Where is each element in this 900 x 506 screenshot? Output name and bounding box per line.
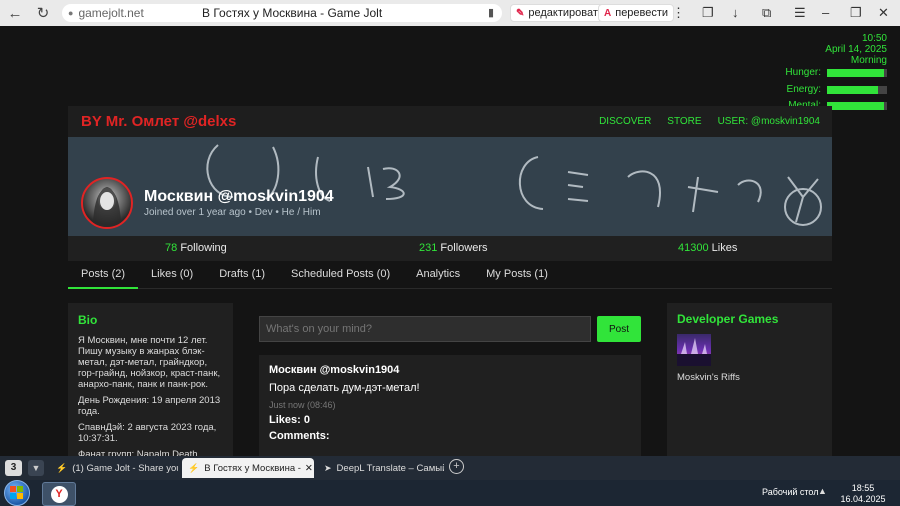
gamejolt-icon: ⚡ xyxy=(56,462,68,473)
profile-tabs: Posts (2) Likes (0) Drafts (1) Scheduled… xyxy=(68,262,832,289)
nav-user[interactable]: USER: @moskvin1904 xyxy=(718,116,820,127)
hunger-bar xyxy=(827,68,887,77)
profile-avatar[interactable] xyxy=(81,177,133,229)
gamejolt-icon: ⚡ xyxy=(188,462,200,473)
post-likes[interactable]: Likes: 0 xyxy=(269,414,631,426)
site-brand[interactable]: BY Mr. Омлет @delxs xyxy=(81,113,236,130)
developer-games-title: Developer Games xyxy=(677,312,779,326)
post-author[interactable]: Москвин @moskvin1904 xyxy=(269,364,631,376)
tab-likes[interactable]: Likes (0) xyxy=(138,262,206,289)
collections-icon[interactable]: ❐ xyxy=(702,5,714,21)
windows-logo-icon xyxy=(10,486,23,499)
browser-tabstrip: 3 ▼ ⚡ (1) Game Jolt - Share your ⚡ В Гос… xyxy=(0,456,900,480)
mental-bar xyxy=(827,101,887,110)
browser-tab-active[interactable]: ⚡ В Гостях у Москвина - ✕ xyxy=(182,458,314,478)
avatar-image xyxy=(93,187,121,227)
url-domain: gamejolt.net xyxy=(78,6,144,20)
game-thumbnail[interactable] xyxy=(677,334,711,366)
translate-edit-button[interactable]: ✎ редактировать xyxy=(510,4,610,22)
extensions-icon[interactable]: ⧉ xyxy=(762,5,771,21)
game-art xyxy=(677,338,711,366)
bio-paragraph: День Рождения: 19 апреля 2013 года. xyxy=(78,395,221,417)
post-input[interactable] xyxy=(259,316,591,342)
likes-stat[interactable]: 41300 Likes xyxy=(678,242,737,254)
browser-tab[interactable]: ⚡ (1) Game Jolt - Share your xyxy=(50,458,178,478)
post-text: Пора сделать дум-дэт-метал! xyxy=(269,382,420,394)
following-stat[interactable]: 78 Following xyxy=(165,242,227,254)
followers-stat[interactable]: 231 Followers xyxy=(419,242,488,254)
lock-icon: ● xyxy=(68,8,74,18)
translate-icon: A xyxy=(604,7,612,19)
restore-icon[interactable]: ❐ xyxy=(850,5,862,21)
tab-drafts[interactable]: Drafts (1) xyxy=(206,262,278,289)
bio-panel: Bio Я Москвин, мне почти 12 лет. Пишу му… xyxy=(68,303,233,457)
address-bar[interactable]: ● gamejolt.net В Гостях у Москвина - Gam… xyxy=(62,4,502,22)
hunger-stat: Hunger: xyxy=(785,67,887,78)
site-header: BY Mr. Омлет @delxs DISCOVER STORE USER:… xyxy=(68,106,832,137)
chevron-down-icon[interactable]: ▼ xyxy=(28,460,44,476)
bio-paragraph: Я Москвин, мне почти 12 лет. Пишу музыку… xyxy=(78,335,221,390)
nav-discover[interactable]: DISCOVER xyxy=(599,116,651,127)
menu-icon[interactable]: ☰ xyxy=(794,5,806,21)
nav-store[interactable]: STORE xyxy=(667,116,701,127)
tray-expand-icon[interactable]: ▲ xyxy=(818,486,827,496)
back-icon[interactable]: ← xyxy=(2,0,28,26)
browser-toolbar: ← ↻ ● gamejolt.net В Гостях у Москвина -… xyxy=(0,0,900,26)
reload-icon[interactable]: ↻ xyxy=(30,0,56,26)
hud-clock: 10:50 April 14, 2025 Morning xyxy=(825,33,887,66)
energy-bar xyxy=(827,85,887,94)
page-title: В Гостях у Москвина - Game Jolt xyxy=(202,6,383,20)
bio-paragraph: СпавнДэй: 2 августа 2023 года, 10:37:31. xyxy=(78,422,217,444)
tab-my-posts[interactable]: My Posts (1) xyxy=(473,262,561,289)
developer-games-panel: Developer Games Moskvin's Riffs xyxy=(667,303,832,457)
desktop-toolbar-label[interactable]: Рабочий стол xyxy=(762,487,819,497)
hud-period: Morning xyxy=(850,55,887,66)
post-comments: Comments: xyxy=(269,430,330,442)
download-icon[interactable]: ↓ xyxy=(732,5,739,20)
system-clock[interactable]: 18:55 16.04.2025 xyxy=(833,483,893,505)
hud-date: April 14, 2025 xyxy=(825,44,887,55)
browser-tab[interactable]: ➤ DeepL Translate – Самый xyxy=(318,458,444,478)
hud-time: 10:50 xyxy=(861,33,887,44)
post-time: Just now (08:46) xyxy=(269,400,336,410)
profile-banner xyxy=(68,137,832,236)
new-tab-button[interactable]: + xyxy=(449,459,464,474)
more-icon[interactable]: ⋮ xyxy=(672,5,685,21)
profile-stats: 78 Following 231 Followers 41300 Likes xyxy=(68,236,832,261)
yandex-browser-taskbar-button[interactable]: Y xyxy=(42,482,76,506)
translate-button[interactable]: A перевести xyxy=(598,4,675,22)
top-nav: DISCOVER STORE USER: @moskvin1904 xyxy=(599,116,820,127)
bio-title: Bio xyxy=(78,313,98,327)
profile-meta: Joined over 1 year ago • Dev • He / Him xyxy=(144,207,321,218)
close-tab-icon[interactable]: ✕ xyxy=(305,463,313,474)
tab-posts[interactable]: Posts (2) xyxy=(68,262,139,289)
banner-scribble xyxy=(206,144,822,226)
yandex-icon: Y xyxy=(50,485,68,503)
tab-analytics[interactable]: Analytics xyxy=(403,262,473,289)
profile-name: Москвин @moskvin1904 xyxy=(144,188,334,205)
game-title[interactable]: Moskvin's Riffs xyxy=(677,372,822,383)
tab-count-badge[interactable]: 3 xyxy=(5,460,22,476)
energy-stat: Energy: xyxy=(787,84,887,95)
post-card: Москвин @moskvin1904 Пора сделать дум-дэ… xyxy=(259,355,641,457)
tab-scheduled[interactable]: Scheduled Posts (0) xyxy=(278,262,403,289)
post-button[interactable]: Post xyxy=(597,316,641,342)
bookmark-icon[interactable]: ▮ xyxy=(488,6,494,19)
edit-icon: ✎ xyxy=(516,7,525,19)
minimize-icon[interactable]: – xyxy=(822,5,829,20)
close-icon[interactable]: ✕ xyxy=(878,5,889,21)
deepl-icon: ➤ xyxy=(324,462,332,473)
